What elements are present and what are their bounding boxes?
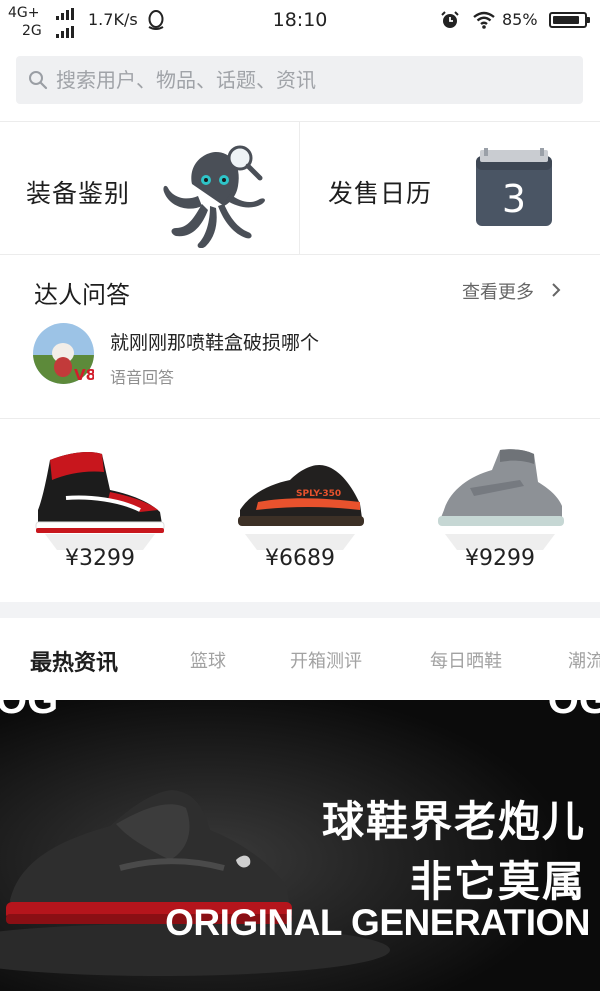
wifi-icon bbox=[473, 11, 495, 29]
tool-release-calendar[interactable]: 发售日历 3 bbox=[300, 122, 600, 254]
shoe-price: ¥9299 bbox=[465, 546, 535, 571]
sneaker-image: SPLY-350 bbox=[238, 464, 364, 526]
svg-text:SPLY-350: SPLY-350 bbox=[296, 489, 341, 499]
battery-fill bbox=[553, 16, 579, 24]
octopus-magnifier-icon bbox=[163, 145, 265, 248]
section-separator bbox=[0, 602, 600, 618]
tool-authentication-label: 装备鉴别 bbox=[26, 179, 131, 208]
tool-release-calendar-label: 发售日历 bbox=[328, 179, 433, 208]
tab-hot-news[interactable]: 最热资讯 bbox=[30, 645, 118, 677]
calendar-icon: 3 bbox=[476, 148, 552, 226]
search-icon bbox=[29, 71, 48, 90]
status-bar: 4G+ 2G 1.7K/s 18:10 85% bbox=[0, 0, 600, 42]
shoe-price: ¥3299 bbox=[65, 546, 135, 571]
shoe-card[interactable]: ¥3299 bbox=[0, 440, 200, 590]
banner-corner-logo: OG bbox=[547, 700, 600, 722]
banner-subheadline: 非它莫属 bbox=[409, 857, 586, 906]
divider bbox=[0, 254, 600, 255]
tab-daily-kicks[interactable]: 每日晒鞋 bbox=[430, 647, 502, 673]
battery-percent: 85% bbox=[502, 10, 538, 29]
news-banner[interactable]: OG OG 球鞋界老炮儿 非它莫属 ORIGINAL GENERATION bbox=[0, 700, 600, 991]
qa-question[interactable]: 就刚刚那喷鞋盒破损哪个 bbox=[110, 328, 319, 355]
shoe-card[interactable]: SPLY-350 ¥6689 bbox=[200, 440, 400, 590]
sneaker-image bbox=[35, 452, 165, 533]
tab-unboxing-review[interactable]: 开箱测评 bbox=[290, 647, 362, 673]
chevron-right-icon[interactable] bbox=[550, 282, 562, 298]
tab-trend[interactable]: 潮流 bbox=[568, 647, 600, 673]
banner-headline: 球鞋界老炮儿 bbox=[321, 797, 586, 846]
banner-corner-logo: OG bbox=[0, 700, 59, 722]
search-input[interactable] bbox=[56, 56, 556, 104]
banner-tagline: ORIGINAL GENERATION bbox=[165, 902, 590, 943]
qa-section-title: 达人问答 bbox=[34, 281, 130, 309]
qa-answer-type: 语音回答 bbox=[110, 368, 175, 387]
tool-authentication[interactable]: 装备鉴别 bbox=[0, 122, 299, 254]
tab-basketball[interactable]: 篮球 bbox=[190, 647, 226, 673]
sneaker-image bbox=[438, 449, 564, 526]
search-bar[interactable] bbox=[16, 56, 583, 104]
divider bbox=[0, 418, 600, 419]
battery-icon bbox=[549, 12, 590, 28]
avatar-badge-label: V8 bbox=[74, 366, 94, 382]
shoe-card[interactable]: ¥9299 bbox=[400, 440, 600, 590]
calendar-day: 3 bbox=[502, 177, 526, 221]
alarm-icon bbox=[441, 11, 459, 28]
shoe-price: ¥6689 bbox=[265, 546, 335, 571]
qa-more-link[interactable]: 查看更多 bbox=[462, 278, 534, 304]
verified-badge-icon: V8 bbox=[74, 366, 94, 382]
